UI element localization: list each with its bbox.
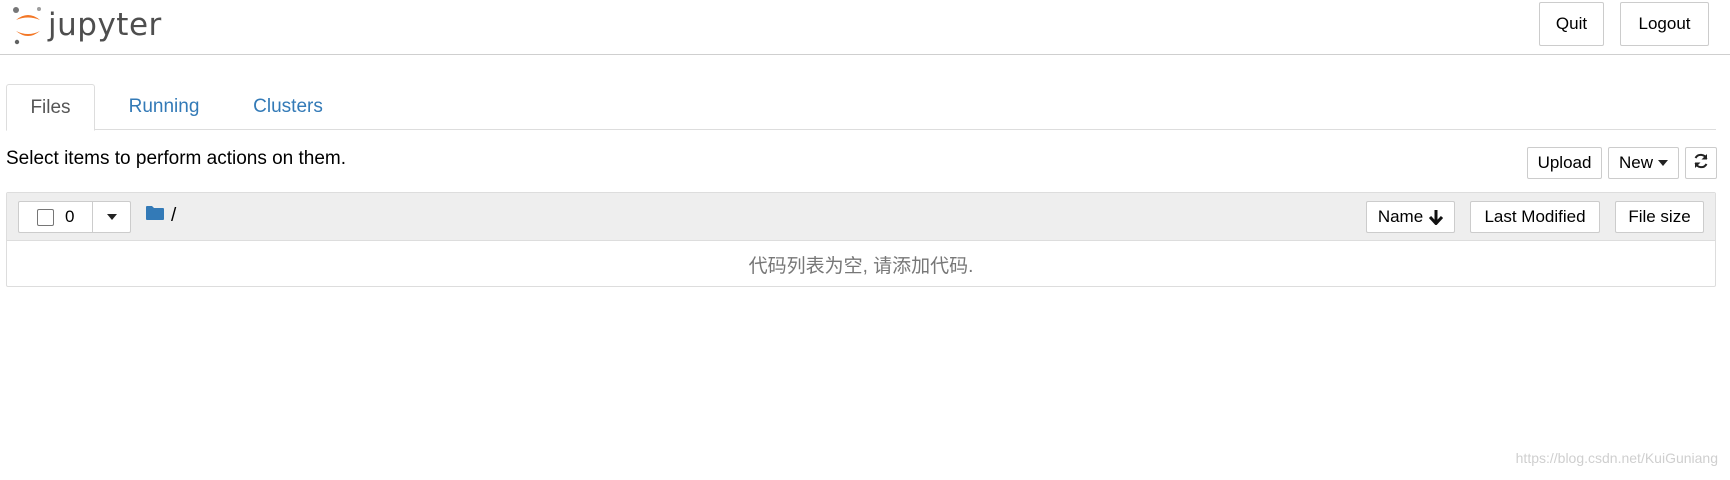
refresh-icon	[1692, 152, 1710, 175]
new-label: New	[1618, 153, 1653, 172]
refresh-button[interactable]	[1685, 147, 1717, 179]
select-all-checkbox[interactable]	[37, 208, 54, 226]
sort-name-button[interactable]: Name	[1366, 201, 1455, 233]
selection-hint: Select items to perform actions on them.	[6, 148, 347, 169]
watermark-text: https://blog.csdn.net/KuiGuniang	[1515, 450, 1718, 466]
folder-icon[interactable]	[145, 205, 165, 227]
breadcrumb: /	[145, 205, 176, 227]
header-bar: jupyter Quit Logout	[0, 0, 1730, 55]
arrow-down-icon	[1429, 209, 1444, 225]
select-menu-button[interactable]	[93, 202, 130, 232]
new-dropdown-button[interactable]: New	[1608, 147, 1679, 179]
sort-file-size-button[interactable]: File size	[1615, 201, 1704, 233]
jupyter-logo-icon	[10, 2, 46, 48]
file-list: 0 / Name Last Modified File size 代码列表为空,…	[6, 192, 1716, 287]
logo-text: jupyter	[48, 7, 162, 43]
breadcrumb-root[interactable]: /	[171, 205, 176, 227]
select-all-control: 0	[18, 201, 131, 233]
logout-button[interactable]: Logout	[1620, 2, 1709, 46]
jupyter-logo[interactable]: jupyter	[10, 2, 162, 48]
quit-button[interactable]: Quit	[1539, 2, 1604, 46]
tab-clusters[interactable]: Clusters	[236, 84, 340, 130]
selected-count: 0	[65, 207, 75, 226]
empty-list-message: 代码列表为空, 请添加代码.	[748, 255, 974, 277]
sort-last-modified-button[interactable]: Last Modified	[1470, 201, 1600, 233]
tab-files[interactable]: Files	[6, 84, 95, 131]
tab-bar: Files Running Clusters	[6, 84, 1716, 131]
caret-down-icon	[1658, 160, 1668, 166]
caret-down-icon	[106, 214, 117, 220]
name-column-label: Name	[1377, 207, 1424, 226]
upload-button[interactable]: Upload	[1527, 147, 1602, 179]
file-list-header: 0 / Name Last Modified File size	[7, 193, 1715, 241]
tab-running[interactable]: Running	[113, 84, 215, 130]
select-all-checkbox-area[interactable]: 0	[19, 202, 93, 232]
